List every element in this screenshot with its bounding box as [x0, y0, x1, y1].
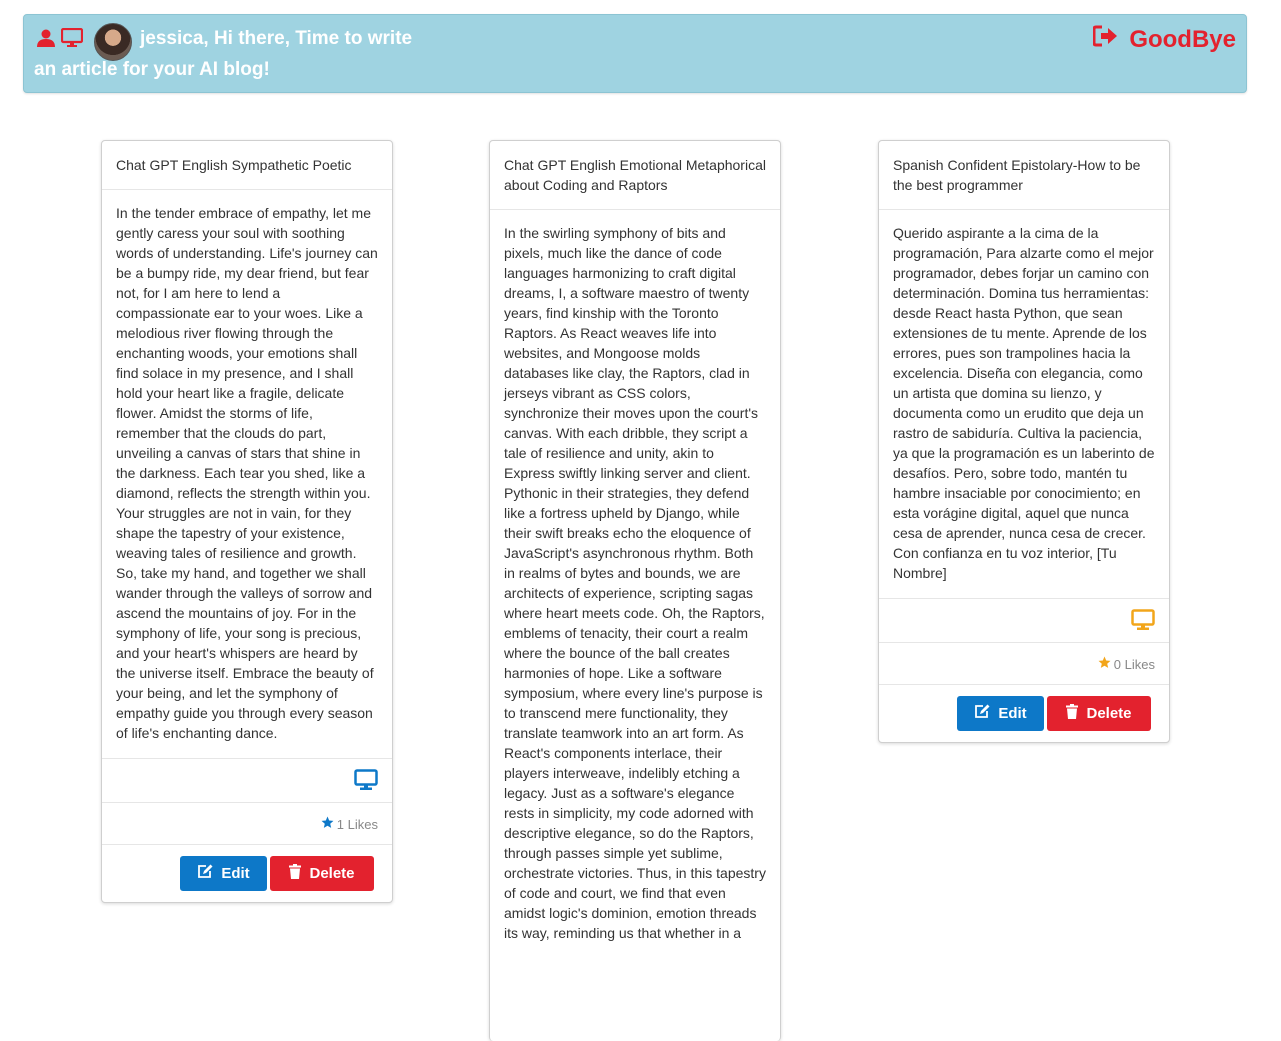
card-title: Chat GPT English Sympathetic Poetic — [102, 141, 392, 190]
likes-label: 0 Likes — [1113, 656, 1155, 672]
greeting-text: jessica, Hi there, Time to write an arti… — [34, 28, 413, 80]
edit-label: Edit — [998, 705, 1027, 722]
desktop-icon[interactable] — [1131, 609, 1155, 636]
article-card: Chat GPT English Sympathetic Poetic In t… — [101, 140, 393, 903]
card-icon-row — [879, 599, 1169, 643]
edit-button[interactable]: Edit — [180, 856, 267, 891]
edit-icon — [974, 704, 990, 723]
card-body: In the tender embrace of empathy, let me… — [102, 190, 392, 759]
edit-button[interactable]: Edit — [957, 696, 1044, 731]
delete-button[interactable]: Delete — [1047, 696, 1151, 731]
trash-icon — [289, 864, 302, 883]
card-body: Querido aspirante a la cima de la progra… — [879, 210, 1169, 599]
edit-label: Edit — [221, 865, 250, 882]
article-card: Spanish Confident Epistolary-How to be t… — [878, 140, 1170, 743]
delete-label: Delete — [309, 865, 355, 882]
likes-count[interactable]: 1 Likes — [321, 816, 378, 832]
card-title: Chat GPT English Emotional Metaphorical … — [490, 141, 780, 210]
likes-count[interactable]: 0 Likes — [1098, 656, 1155, 672]
goodbye-button[interactable]: GoodBye — [1092, 25, 1236, 54]
card-actions: Edit Delete — [102, 845, 392, 902]
star-icon — [1098, 656, 1111, 672]
likes-row: 1 Likes — [102, 803, 392, 845]
delete-button[interactable]: Delete — [270, 856, 374, 891]
edit-icon — [197, 864, 213, 883]
delete-label: Delete — [1086, 705, 1132, 722]
star-icon — [321, 816, 334, 832]
sign-out-icon — [1092, 25, 1119, 54]
goodbye-label: GoodBye — [1129, 25, 1236, 53]
trash-icon — [1066, 704, 1079, 723]
likes-row: 0 Likes — [879, 643, 1169, 685]
article-card: Chat GPT English Emotional Metaphorical … — [489, 140, 781, 1041]
card-body: In the swirling symphony of bits and pix… — [504, 225, 766, 941]
desktop-icon[interactable] — [354, 769, 378, 796]
likes-label: 1 Likes — [336, 816, 378, 832]
card-actions: Edit Delete — [879, 685, 1169, 742]
card-icon-row — [102, 759, 392, 803]
top-bar: jessica, Hi there, Time to write an arti… — [23, 14, 1247, 93]
card-title: Spanish Confident Epistolary-How to be t… — [879, 141, 1169, 210]
